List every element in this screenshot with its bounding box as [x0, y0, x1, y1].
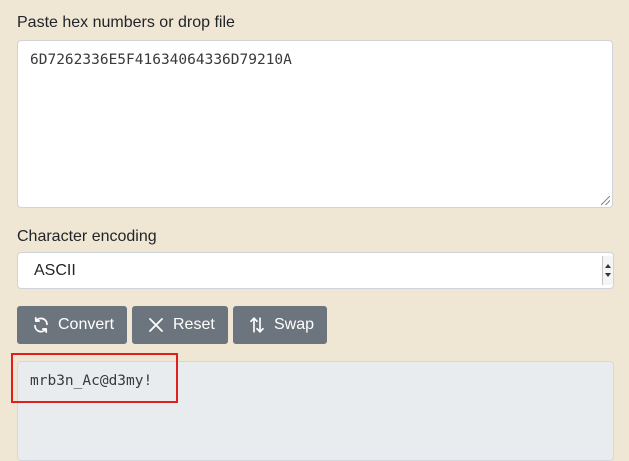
output-highlight-box [11, 353, 178, 403]
resize-grip-icon[interactable] [601, 196, 610, 205]
reset-button-label: Reset [173, 316, 215, 333]
encoding-label: Character encoding [17, 228, 157, 245]
swap-button[interactable]: Swap [233, 306, 327, 344]
swap-button-label: Swap [274, 316, 315, 333]
convert-button[interactable]: Convert [17, 306, 127, 344]
convert-button-label: Convert [58, 316, 115, 333]
hex-input-textarea[interactable]: 6D7262336E5F41634064336D79210A [17, 40, 613, 208]
hex-input-value: 6D7262336E5F41634064336D79210A [30, 52, 292, 68]
select-spinner-icon[interactable] [602, 256, 613, 285]
swap-vertical-icon [250, 317, 264, 333]
reset-button[interactable]: Reset [132, 306, 228, 344]
close-icon [149, 318, 163, 332]
encoding-selected-value: ASCII [34, 262, 76, 279]
encoding-select[interactable]: ASCII [17, 252, 614, 289]
refresh-icon [34, 316, 48, 334]
hex-input-label: Paste hex numbers or drop file [17, 14, 235, 31]
